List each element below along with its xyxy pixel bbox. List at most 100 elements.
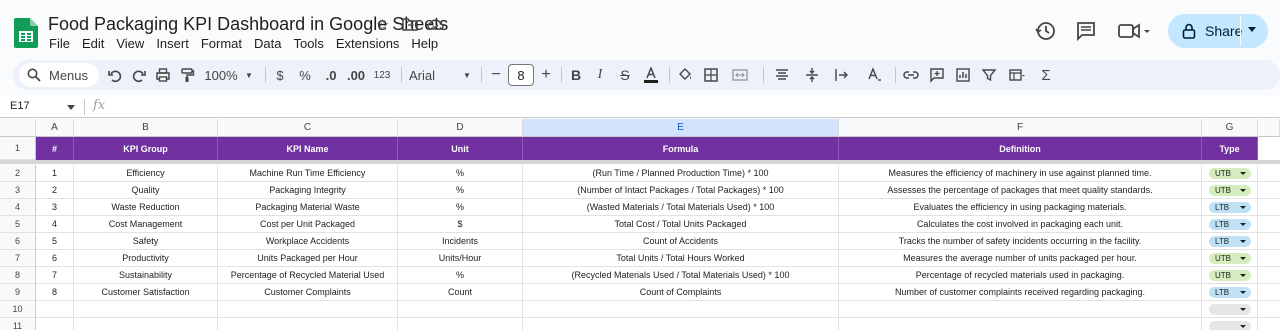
kpi-name-cell[interactable] [218, 301, 398, 318]
borders-button[interactable] [701, 60, 721, 90]
move-folder-icon[interactable] [402, 17, 418, 31]
unit-cell[interactable] [398, 301, 523, 318]
italic-button[interactable]: I [593, 60, 607, 90]
overflow-cell[interactable] [1258, 267, 1280, 284]
unit-cell[interactable] [398, 318, 523, 330]
overflow-cell[interactable] [1258, 233, 1280, 250]
menu-data[interactable]: Data [248, 36, 287, 51]
kpi-group-cell[interactable]: Safety [74, 233, 218, 250]
spreadsheet-grid[interactable]: A B C D E F G 1 # KPI Group KPI Name Unit Formula Def… [0, 119, 1280, 330]
unit-cell[interactable]: $ [398, 216, 523, 233]
formula-cell[interactable]: (Wasted Materials / Total Materials Used… [523, 199, 839, 216]
overflow-cell[interactable] [1258, 199, 1280, 216]
kpi-number-cell[interactable]: 1 [36, 165, 74, 182]
type-cell[interactable]: LTB [1202, 199, 1258, 216]
row-header-4[interactable]: 4 [0, 199, 36, 216]
formula-cell[interactable]: Count of Complaints [523, 284, 839, 301]
kpi-number-cell[interactable] [36, 301, 74, 318]
overflow-cell[interactable] [1258, 216, 1280, 233]
type-dropdown-chip[interactable]: LTB [1209, 219, 1251, 230]
kpi-number-cell[interactable]: 6 [36, 250, 74, 267]
overflow-cell[interactable] [1258, 182, 1280, 199]
kpi-number-cell[interactable]: 5 [36, 233, 74, 250]
kpi-name-cell[interactable]: Machine Run Time Efficiency [218, 165, 398, 182]
kpi-group-cell[interactable]: Productivity [74, 250, 218, 267]
strikethrough-button[interactable]: S [617, 60, 633, 90]
table-header-cell[interactable]: KPI Name [218, 137, 398, 160]
column-header-b[interactable]: B [74, 119, 218, 137]
fill-color-button[interactable] [675, 60, 695, 90]
insert-link-button[interactable] [901, 60, 921, 90]
percent-format-button[interactable]: % [297, 60, 313, 90]
chip-dropdown-icon[interactable] [1240, 274, 1246, 277]
row-header-8[interactable]: 8 [0, 267, 36, 284]
unit-cell[interactable]: % [398, 182, 523, 199]
font-size-input[interactable]: 8 [508, 64, 534, 86]
functions-button[interactable]: Σ [1037, 60, 1055, 90]
row-header-5[interactable]: 5 [0, 216, 36, 233]
kpi-number-cell[interactable]: 2 [36, 182, 74, 199]
kpi-group-cell[interactable]: Quality [74, 182, 218, 199]
chip-dropdown-icon[interactable] [1240, 189, 1246, 192]
definition-cell[interactable]: Percentage of recycled materials used in… [839, 267, 1202, 284]
row-header-1[interactable]: 1 [0, 137, 36, 160]
chip-dropdown-icon[interactable] [1240, 172, 1246, 175]
star-icon[interactable]: ☆ [376, 16, 389, 34]
row-header-2[interactable]: 2 [0, 165, 36, 182]
column-header-c[interactable]: C [218, 119, 398, 137]
menu-view[interactable]: View [110, 36, 150, 51]
kpi-name-cell[interactable]: Packaging Integrity [218, 182, 398, 199]
unit-cell[interactable]: Units/Hour [398, 250, 523, 267]
paint-format-button[interactable] [177, 60, 197, 90]
horizontal-align-button[interactable] [769, 60, 795, 90]
type-dropdown-chip[interactable] [1209, 304, 1251, 315]
sheets-logo-icon[interactable] [14, 18, 38, 48]
font-dropdown-icon[interactable]: ▼ [461, 60, 473, 90]
chip-dropdown-icon[interactable] [1240, 308, 1246, 311]
menu-format[interactable]: Format [195, 36, 248, 51]
column-header-f[interactable]: F [839, 119, 1202, 137]
decrease-decimal-button[interactable]: .0 [321, 60, 341, 90]
chip-dropdown-icon[interactable] [1240, 223, 1246, 226]
definition-cell[interactable]: Tracks the number of safety incidents oc… [839, 233, 1202, 250]
overflow-cell[interactable] [1258, 284, 1280, 301]
table-header-cell[interactable]: KPI Group [74, 137, 218, 160]
comments-icon[interactable] [1074, 20, 1098, 42]
type-cell[interactable]: UTB [1202, 250, 1258, 267]
share-dropdown-icon[interactable] [1248, 27, 1256, 32]
kpi-number-cell[interactable]: 4 [36, 216, 74, 233]
menu-help[interactable]: Help [405, 36, 444, 51]
column-header-a[interactable]: A [36, 119, 74, 137]
version-history-icon[interactable] [1034, 20, 1058, 42]
text-color-button[interactable] [641, 60, 661, 90]
overflow-cell[interactable] [1258, 301, 1280, 318]
chip-dropdown-icon[interactable] [1240, 240, 1246, 243]
type-dropdown-chip[interactable]: LTB [1209, 287, 1251, 298]
definition-cell[interactable]: Evaluates the efficiency in using packag… [839, 199, 1202, 216]
kpi-name-cell[interactable]: Cost per Unit Packaged [218, 216, 398, 233]
kpi-name-cell[interactable]: Customer Complaints [218, 284, 398, 301]
row-header-3[interactable]: 3 [0, 182, 36, 199]
more-formats-button[interactable]: 123 [371, 60, 393, 90]
chip-dropdown-icon[interactable] [1240, 325, 1246, 328]
name-box-dropdown-icon[interactable] [67, 105, 75, 110]
row-header-10[interactable]: 10 [0, 301, 36, 318]
formula-cell[interactable] [523, 318, 839, 330]
font-family-select[interactable]: Arial [409, 60, 439, 90]
menu-edit[interactable]: Edit [76, 36, 110, 51]
decrease-font-size-button[interactable]: − [489, 60, 503, 90]
type-cell[interactable] [1202, 318, 1258, 330]
kpi-number-cell[interactable]: 7 [36, 267, 74, 284]
table-header-cell[interactable]: Unit [398, 137, 523, 160]
kpi-group-cell[interactable]: Efficiency [74, 165, 218, 182]
menus-search-button[interactable]: Menus [19, 63, 99, 87]
kpi-name-cell[interactable]: Packaging Material Waste [218, 199, 398, 216]
vertical-align-button[interactable] [799, 60, 825, 90]
select-all-corner[interactable] [0, 119, 36, 137]
definition-cell[interactable]: Assesses the percentage of packages that… [839, 182, 1202, 199]
formula-cell[interactable]: (Number of Intact Packages / Total Packa… [523, 182, 839, 199]
table-header-cell[interactable]: Formula [523, 137, 839, 160]
kpi-group-cell[interactable]: Sustainability [74, 267, 218, 284]
menu-file[interactable]: File [43, 36, 76, 51]
type-cell[interactable]: UTB [1202, 165, 1258, 182]
